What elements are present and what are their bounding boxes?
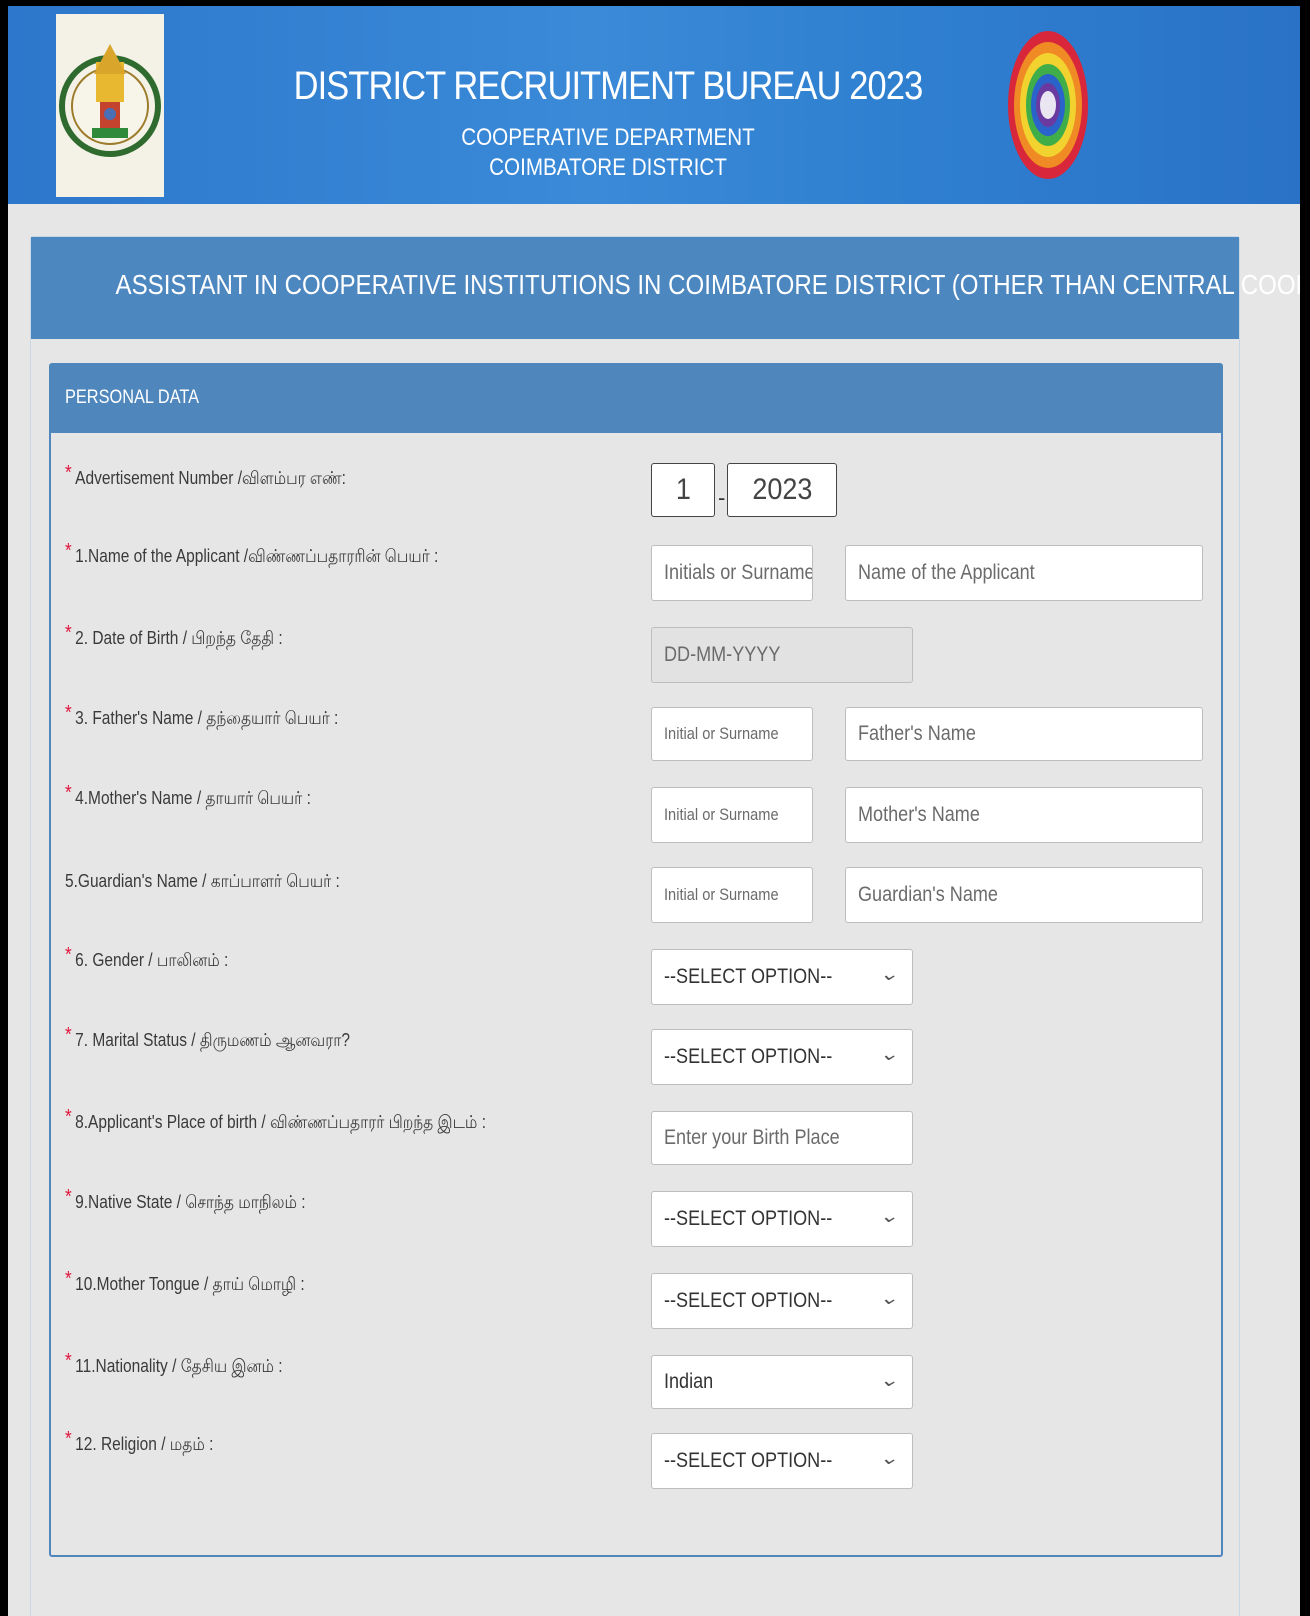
- native-state-label: * 9.Native State / சொந்த மாநிலம் :: [65, 1186, 306, 1212]
- mother-initial-input[interactable]: Initial or Surname: [651, 787, 813, 843]
- header-title: DISTRICT RECRUITMENT BUREAU 2023: [293, 64, 924, 108]
- chevron-down-icon: ⌄: [878, 1370, 899, 1390]
- father-name-row: * 3. Father's Name / தந்தையார் பெயர் : In…: [51, 702, 1221, 767]
- page-frame: DISTRICT RECRUITMENT BUREAU 2023 COOPERA…: [8, 6, 1300, 1616]
- marital-status-row: * 7. Marital Status / திருமணம் ஆனவரா? --S…: [51, 1024, 1221, 1089]
- gender-select[interactable]: --SELECT OPTION-- ⌄: [651, 949, 913, 1005]
- mother-tongue-select[interactable]: --SELECT OPTION-- ⌄: [651, 1273, 913, 1329]
- advertisement-row: * Advertisement Number /விளம்பர எண்: 1 - …: [51, 462, 1221, 527]
- nationality-row: * 11.Nationality / தேசிய இனம் : Indian ⌄: [51, 1350, 1221, 1415]
- advertisement-separator: -: [718, 485, 726, 510]
- mother-name-row: * 4.Mother's Name / தாயார் பெயர் : Initia…: [51, 782, 1221, 847]
- panel-title: ASSISTANT IN COOPERATIVE INSTITUTIONS IN…: [115, 269, 1300, 300]
- required-star: *: [65, 462, 72, 484]
- applicant-name-input[interactable]: Name of the Applicant: [845, 545, 1203, 601]
- gender-row: * 6. Gender / பாலினம் : --SELECT OPTION--…: [51, 944, 1221, 1009]
- gender-label: * 6. Gender / பாலினம் :: [65, 944, 229, 970]
- rainbow-ring-logo: [1006, 28, 1090, 182]
- dob-label: * 2. Date of Birth / பிறந்த தேதி :: [65, 622, 283, 648]
- chevron-down-icon: ⌄: [878, 1206, 899, 1226]
- mother-name-label: * 4.Mother's Name / தாயார் பெயர் :: [65, 782, 311, 808]
- header-department: COOPERATIVE DEPARTMENT: [461, 124, 755, 151]
- applicant-name-row: * 1.Name of the Applicant /விண்ணப்பதாரரின…: [51, 540, 1221, 605]
- mother-tongue-row: * 10.Mother Tongue / தாய் மொழி : --SELECT…: [51, 1268, 1221, 1333]
- birth-place-input[interactable]: Enter your Birth Place: [651, 1111, 913, 1165]
- nationality-select[interactable]: Indian ⌄: [651, 1355, 913, 1409]
- father-name-input[interactable]: Father's Name: [845, 707, 1203, 761]
- chevron-down-icon: ⌄: [878, 1044, 899, 1064]
- father-initial-input[interactable]: Initial or Surname: [651, 707, 813, 761]
- advertisement-number-field[interactable]: 1: [651, 463, 715, 517]
- dob-input[interactable]: DD-MM-YYYY: [651, 627, 913, 683]
- birth-place-label: * 8.Applicant's Place of birth / விண்ணப்ப…: [65, 1106, 486, 1132]
- marital-status-label: * 7. Marital Status / திருமணம் ஆனவரா?: [65, 1024, 350, 1050]
- native-state-select[interactable]: --SELECT OPTION-- ⌄: [651, 1191, 913, 1247]
- marital-status-select[interactable]: --SELECT OPTION-- ⌄: [651, 1029, 913, 1085]
- guardian-name-input[interactable]: Guardian's Name: [845, 867, 1203, 923]
- chevron-down-icon: ⌄: [878, 1288, 899, 1308]
- father-name-label: * 3. Father's Name / தந்தையார் பெயர் :: [65, 702, 339, 728]
- applicant-initial-input[interactable]: Initials or Surname: [651, 545, 813, 601]
- mother-name-input[interactable]: Mother's Name: [845, 787, 1203, 843]
- site-header: DISTRICT RECRUITMENT BUREAU 2023 COOPERA…: [8, 6, 1300, 204]
- section-title: PERSONAL DATA: [65, 387, 200, 408]
- panel-header: ASSISTANT IN COOPERATIVE INSTITUTIONS IN…: [31, 237, 1300, 339]
- chevron-down-icon: ⌄: [878, 964, 899, 984]
- guardian-initial-input[interactable]: Initial or Surname: [651, 867, 813, 923]
- applicant-name-label: * 1.Name of the Applicant /விண்ணப்பதாரரின…: [65, 540, 439, 566]
- nationality-label: * 11.Nationality / தேசிய இனம் :: [65, 1350, 283, 1376]
- header-district: COIMBATORE DISTRICT: [489, 154, 727, 181]
- mother-tongue-label: * 10.Mother Tongue / தாய் மொழி :: [65, 1268, 305, 1294]
- religion-label: * 12. Religion / மதம் :: [65, 1428, 214, 1454]
- guardian-name-label: 5.Guardian's Name / காப்பாளர் பெயர் :: [65, 871, 340, 891]
- birth-place-row: * 8.Applicant's Place of birth / விண்ணப்ப…: [51, 1106, 1221, 1171]
- guardian-name-row: 5.Guardian's Name / காப்பாளர் பெயர் : In…: [51, 867, 1221, 927]
- section-header: PERSONAL DATA: [51, 365, 1221, 433]
- advertisement-label: * Advertisement Number /விளம்பர எண்:: [65, 462, 346, 488]
- dob-row: * 2. Date of Birth / பிறந்த தேதி : DD-MM-…: [51, 622, 1221, 687]
- native-state-row: * 9.Native State / சொந்த மாநிலம் : --SELE…: [51, 1186, 1221, 1251]
- personal-data-section: PERSONAL DATA * Advertisement Number /விள…: [49, 363, 1223, 1557]
- religion-row: * 12. Religion / மதம் : --SELECT OPTION--…: [51, 1428, 1221, 1493]
- chevron-down-icon: ⌄: [878, 1448, 899, 1468]
- advertisement-year-field[interactable]: 2023: [727, 463, 837, 517]
- recruitment-panel: ASSISTANT IN COOPERATIVE INSTITUTIONS IN…: [30, 236, 1300, 1616]
- religion-select[interactable]: --SELECT OPTION-- ⌄: [651, 1433, 913, 1489]
